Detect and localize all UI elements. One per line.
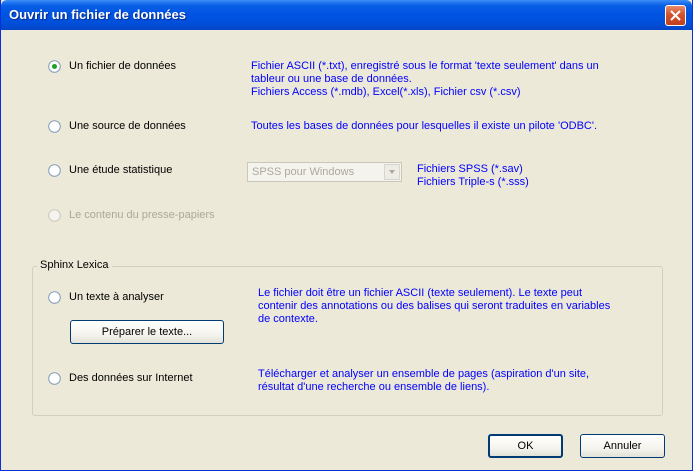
radio-data-file[interactable]: Un fichier de données (48, 59, 238, 75)
ok-button[interactable]: OK (488, 434, 563, 458)
chevron-down-icon (389, 170, 395, 174)
radio-label: Des données sur Internet (69, 372, 193, 384)
dropdown-button[interactable] (384, 164, 400, 180)
close-icon (670, 10, 681, 21)
description-line: contenir des annotations ou des balises … (258, 300, 611, 312)
description-line: tableur ou une base de données. (251, 73, 412, 85)
title-bar[interactable]: Ouvrir un fichier de données (1, 0, 692, 30)
radio-unselected-icon (48, 291, 61, 304)
data-file-description: Fichier ASCII (*.txt), enregistré sous l… (251, 60, 599, 99)
radio-label: Le contenu du presse-papiers (69, 209, 215, 221)
description-line: Fichiers Triple-s (*.sss) (417, 176, 529, 188)
radio-data-source[interactable]: Une source de données (48, 119, 238, 135)
radio-label: Une source de données (69, 120, 186, 132)
radio-unselected-icon (48, 372, 61, 385)
internet-data-description: Télécharger et analyser un ensemble de p… (258, 368, 589, 394)
cancel-button[interactable]: Annuler (580, 434, 665, 458)
description-line: Fichiers SPSS (*.sav) (417, 163, 523, 175)
radio-label: Un texte à analyser (69, 291, 164, 303)
statistical-format-select[interactable]: SPSS pour Windows (247, 162, 402, 182)
description-line: Fichier ASCII (*.txt), enregistré sous l… (251, 60, 599, 72)
radio-internet-data[interactable]: Des données sur Internet (48, 371, 248, 387)
radio-label: Un fichier de données (69, 60, 177, 72)
open-data-file-dialog: Ouvrir un fichier de données Un fichier … (0, 0, 693, 471)
dialog-title: Ouvrir un fichier de données (9, 7, 186, 22)
description-line: Toutes les bases de données pour lesquel… (251, 120, 598, 132)
text-to-analyze-description: Le fichier doit être un fichier ASCII (t… (258, 287, 610, 326)
description-line: de contexte. (258, 313, 318, 325)
data-source-description: Toutes les bases de données pour lesquel… (251, 120, 597, 133)
select-value: SPSS pour Windows (252, 166, 355, 178)
statistical-study-description: Fichiers SPSS (*.sav) Fichiers Triple-s … (417, 163, 529, 189)
description-line: Le fichier doit être un fichier ASCII (t… (258, 287, 583, 299)
radio-text-to-analyze[interactable]: Un texte à analyser (48, 290, 228, 306)
description-line: résultat d'une recherche ou ensemble de … (258, 381, 490, 393)
radio-unselected-icon (48, 120, 61, 133)
group-title: Sphinx Lexica (37, 259, 112, 271)
radio-disabled-icon (48, 209, 61, 222)
description-line: Fichiers Access (*.mdb), Excel(*.xls), F… (251, 86, 521, 98)
close-button[interactable] (665, 5, 686, 26)
description-line: Télécharger et analyser un ensemble de p… (258, 368, 590, 380)
prepare-text-button[interactable]: Préparer le texte... (70, 320, 224, 344)
radio-unselected-icon (48, 164, 61, 177)
radio-label: Une étude statistique (69, 164, 173, 176)
radio-selected-icon (48, 60, 61, 73)
radio-statistical-study[interactable]: Une étude statistique (48, 163, 238, 179)
radio-clipboard[interactable]: Le contenu du presse-papiers (48, 208, 268, 224)
